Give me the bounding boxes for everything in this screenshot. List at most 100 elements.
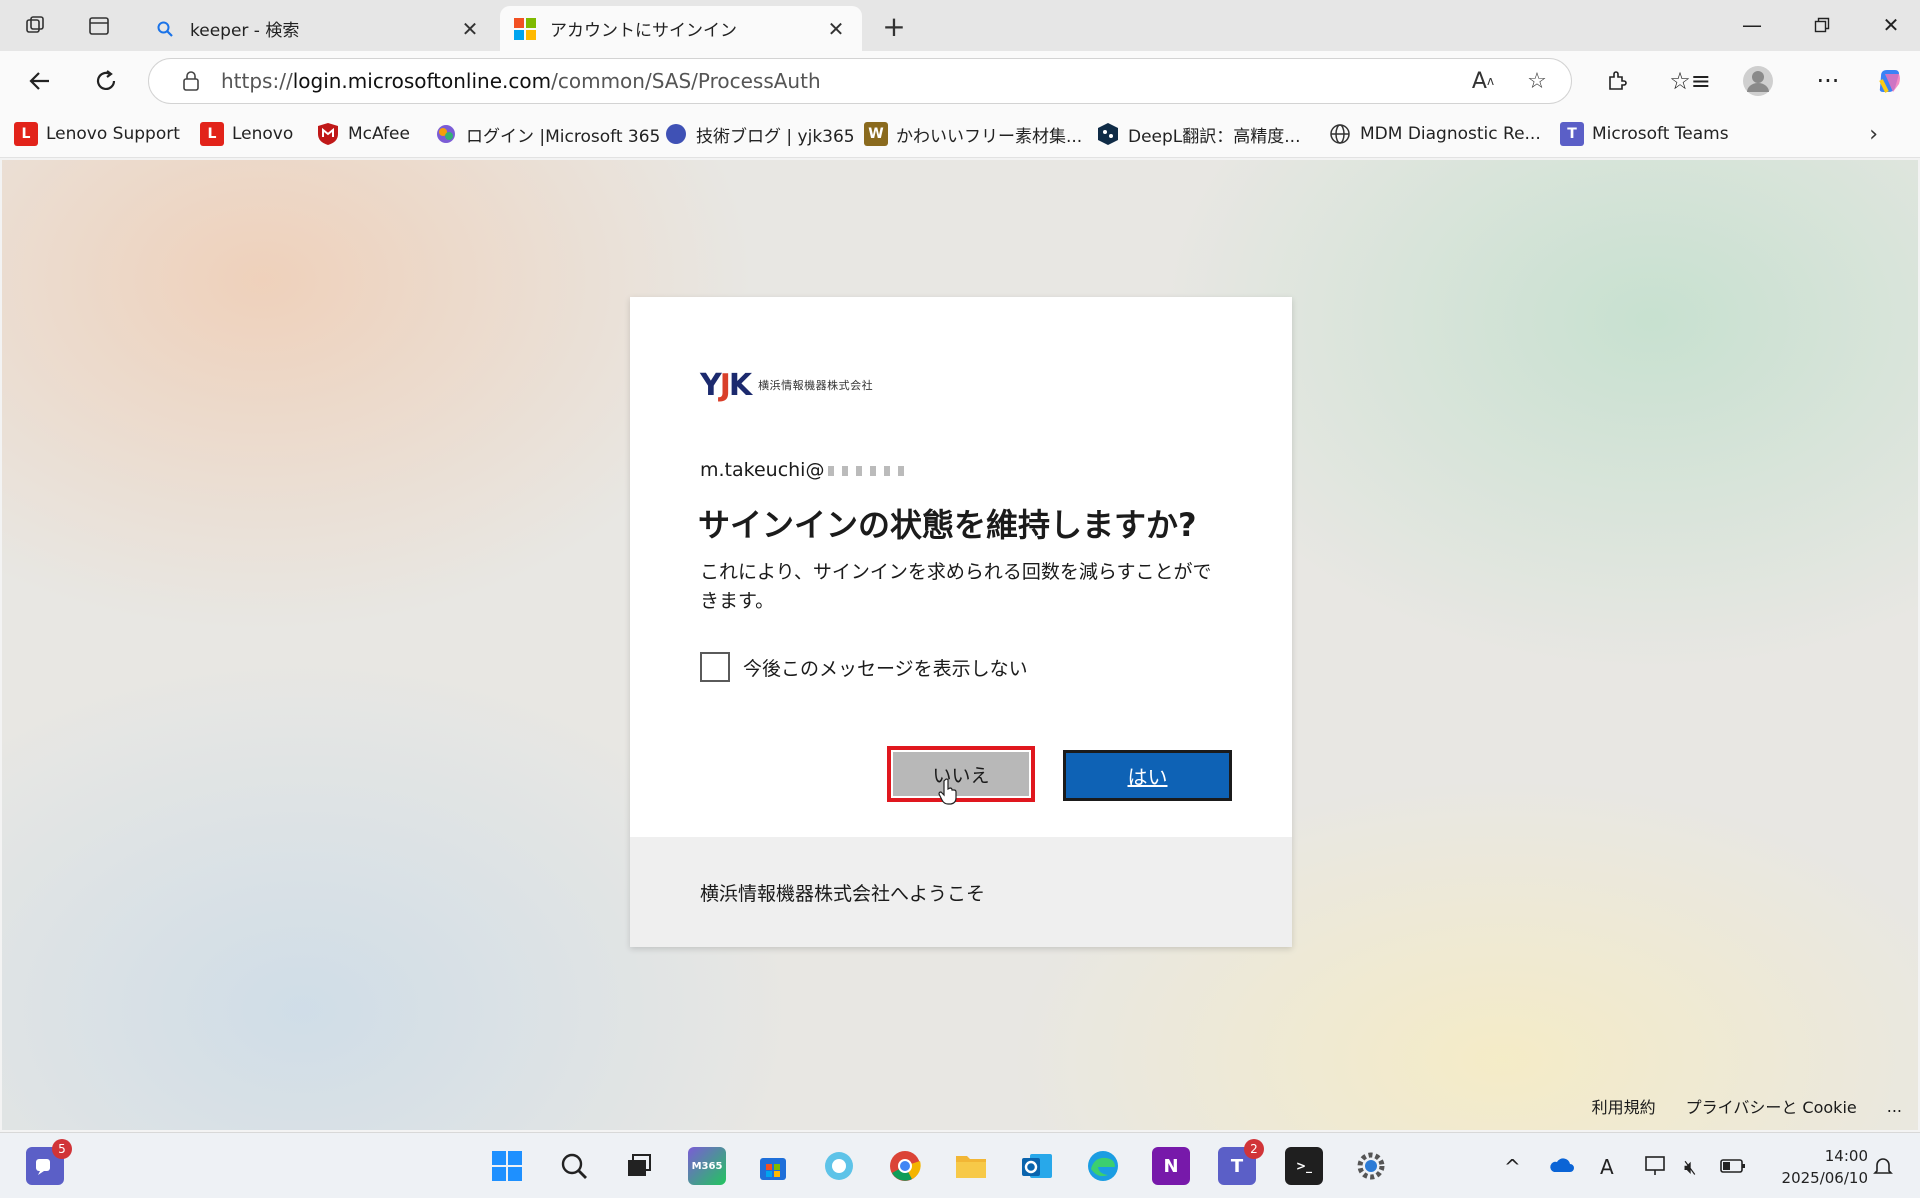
- clock-date: 2025/06/10: [1781, 1169, 1868, 1187]
- input-method-icon[interactable]: A: [1600, 1155, 1614, 1179]
- bookmark-label: かわいいフリー素材集...: [896, 126, 1083, 147]
- workspaces-icon[interactable]: [18, 9, 52, 43]
- bookmark-yjk365-blog[interactable]: 技術ブログ | yjk365: [664, 120, 855, 148]
- teams-icon[interactable]: T 2: [1218, 1139, 1264, 1185]
- yes-button[interactable]: はい: [1063, 750, 1232, 801]
- tab-strip: keeper - 検索 ✕ アカウントにサインイン ✕ + — ✕: [0, 0, 1920, 51]
- favorites-bar: L Lenovo Support L Lenovo McAfee ログイン |M…: [0, 110, 1920, 158]
- onenote-icon[interactable]: N: [1152, 1147, 1190, 1185]
- account-email: m.takeuchi@: [700, 459, 825, 481]
- network-icon[interactable]: [1644, 1155, 1668, 1182]
- store-icon[interactable]: [754, 1147, 792, 1185]
- minimize-button[interactable]: —: [1727, 6, 1777, 44]
- terms-link[interactable]: 利用規約: [1592, 1094, 1656, 1118]
- extensions-icon[interactable]: [1597, 61, 1637, 101]
- system-clock[interactable]: 14:00 2025/06/10: [1782, 1145, 1868, 1189]
- file-explorer-icon[interactable]: [952, 1147, 990, 1185]
- terminal-icon[interactable]: >_: [1285, 1147, 1323, 1185]
- bookmark-microsoft365-login[interactable]: ログイン |Microsoft 365: [434, 120, 660, 148]
- search-icon[interactable]: [555, 1147, 593, 1185]
- bookmark-mdm-diagnostic[interactable]: MDM Diagnostic Re...: [1328, 120, 1541, 148]
- teams-chat-icon[interactable]: 5: [26, 1139, 72, 1185]
- dont-show-again-checkbox[interactable]: [700, 652, 730, 682]
- edge-icon[interactable]: [1084, 1147, 1122, 1185]
- back-button[interactable]: [20, 61, 60, 101]
- globe-icon: [1328, 122, 1352, 146]
- mcafee-shield-icon: [316, 122, 340, 146]
- checkbox-label: 今後このメッセージを表示しない: [743, 657, 1028, 680]
- welcome-text: 横浜情報機器株式会社へようこそ: [700, 882, 986, 905]
- volume-muted-icon[interactable]: 🔇︎: [1684, 1155, 1697, 1179]
- restore-button[interactable]: [1797, 6, 1847, 44]
- lenovo-icon: L: [14, 122, 38, 146]
- notification-badge: 5: [52, 1139, 72, 1159]
- new-tab-button[interactable]: +: [876, 8, 912, 44]
- outlook-icon[interactable]: [1018, 1147, 1056, 1185]
- deepl-icon: [1096, 122, 1120, 146]
- bookmark-label: Lenovo Support: [46, 124, 180, 144]
- bookmark-label: ログイン |Microsoft 365: [466, 126, 661, 147]
- tab-signin[interactable]: アカウントにサインイン ✕: [500, 6, 862, 51]
- notification-badge: 2: [1244, 1139, 1264, 1159]
- chevron-right-icon[interactable]: ›: [1869, 122, 1878, 147]
- bookmark-label: Lenovo: [232, 124, 294, 144]
- search-icon: [154, 18, 176, 40]
- page-footer: 利用規約 プライバシーと Cookie ...: [1562, 1094, 1902, 1118]
- masked-domain: [828, 465, 909, 476]
- free-material-icon: W: [864, 122, 888, 146]
- bookmark-label: Microsoft Teams: [1592, 124, 1729, 144]
- bookmark-deepl[interactable]: DeepL翻訳：高精度...: [1096, 120, 1300, 148]
- taskbar: 5 M365 N T 2 >_ ^ A 🔇︎ 14:00 2025/06/10: [0, 1132, 1920, 1198]
- more-options-icon[interactable]: ...: [1887, 1097, 1902, 1116]
- chrome-icon[interactable]: [886, 1147, 924, 1185]
- copilot-icon[interactable]: [1870, 61, 1910, 101]
- signin-page: YJK 横浜情報機器株式会社 m.takeuchi@ サインインの状態を維持しま…: [2, 160, 1918, 1130]
- task-view-icon[interactable]: [620, 1147, 658, 1185]
- chevron-up-icon[interactable]: ^: [1504, 1155, 1521, 1179]
- address-bar[interactable]: https://login.microsoftonline.com/common…: [148, 58, 1572, 104]
- bookmark-label: MDM Diagnostic Re...: [1360, 124, 1541, 144]
- battery-icon[interactable]: [1720, 1155, 1746, 1179]
- close-window-button[interactable]: ✕: [1866, 6, 1916, 44]
- bookmark-label: McAfee: [348, 124, 410, 144]
- dont-show-again-option[interactable]: 今後このメッセージを表示しない: [700, 652, 1028, 682]
- bookmark-lenovo[interactable]: L Lenovo: [200, 120, 293, 148]
- blog-icon: [664, 122, 688, 146]
- app-circle-icon[interactable]: [820, 1147, 858, 1185]
- windows-start-icon[interactable]: [488, 1147, 526, 1185]
- yjk-logo: YJK: [700, 367, 752, 403]
- bookmark-microsoft-teams[interactable]: T Microsoft Teams: [1560, 120, 1729, 148]
- account-identifier: m.takeuchi@: [700, 459, 909, 481]
- org-logo-subtitle: 横浜情報機器株式会社: [758, 379, 874, 392]
- close-tab-icon[interactable]: ✕: [458, 17, 482, 41]
- onedrive-icon[interactable]: [1548, 1155, 1574, 1179]
- hand-cursor-icon: [938, 778, 957, 805]
- no-button[interactable]: いいえ: [887, 746, 1035, 802]
- settings-icon[interactable]: [1352, 1147, 1390, 1185]
- profile-avatar[interactable]: [1738, 61, 1778, 101]
- lock-icon[interactable]: [171, 70, 211, 92]
- bookmark-lenovo-support[interactable]: L Lenovo Support: [14, 120, 180, 148]
- microsoft-logo-icon: [514, 17, 536, 40]
- url-text[interactable]: https://login.microsoftonline.com/common…: [221, 69, 1463, 93]
- clock-time: 14:00: [1824, 1147, 1868, 1165]
- read-aloud-icon[interactable]: Aʌ: [1463, 61, 1503, 101]
- privacy-link[interactable]: プライバシーと Cookie: [1686, 1094, 1857, 1118]
- refresh-button[interactable]: [86, 61, 126, 101]
- notifications-icon[interactable]: [1872, 1155, 1894, 1182]
- favorite-star-icon[interactable]: ☆: [1517, 61, 1557, 101]
- favorites-icon[interactable]: ☆≡: [1669, 61, 1711, 101]
- address-toolbar: https://login.microsoftonline.com/common…: [0, 51, 1920, 110]
- bookmark-free-materials[interactable]: W かわいいフリー素材集...: [864, 120, 1082, 148]
- description-text: これにより、サインインを求められる回数を減らすことができます。: [700, 561, 1212, 612]
- welcome-footer: 横浜情報機器株式会社へようこそ: [630, 837, 1292, 947]
- m365-app-icon[interactable]: M365: [688, 1147, 726, 1185]
- teams-icon: T: [1560, 122, 1584, 146]
- bookmark-label: 技術ブログ | yjk365: [696, 126, 855, 147]
- vertical-tabs-icon[interactable]: [82, 9, 116, 43]
- tab-keeper-search[interactable]: keeper - 検索 ✕: [140, 6, 496, 51]
- bookmark-mcafee[interactable]: McAfee: [316, 120, 410, 148]
- bookmark-label: DeepL翻訳：高精度...: [1128, 126, 1301, 147]
- close-tab-icon[interactable]: ✕: [824, 17, 848, 41]
- more-options-icon[interactable]: ···: [1808, 61, 1848, 101]
